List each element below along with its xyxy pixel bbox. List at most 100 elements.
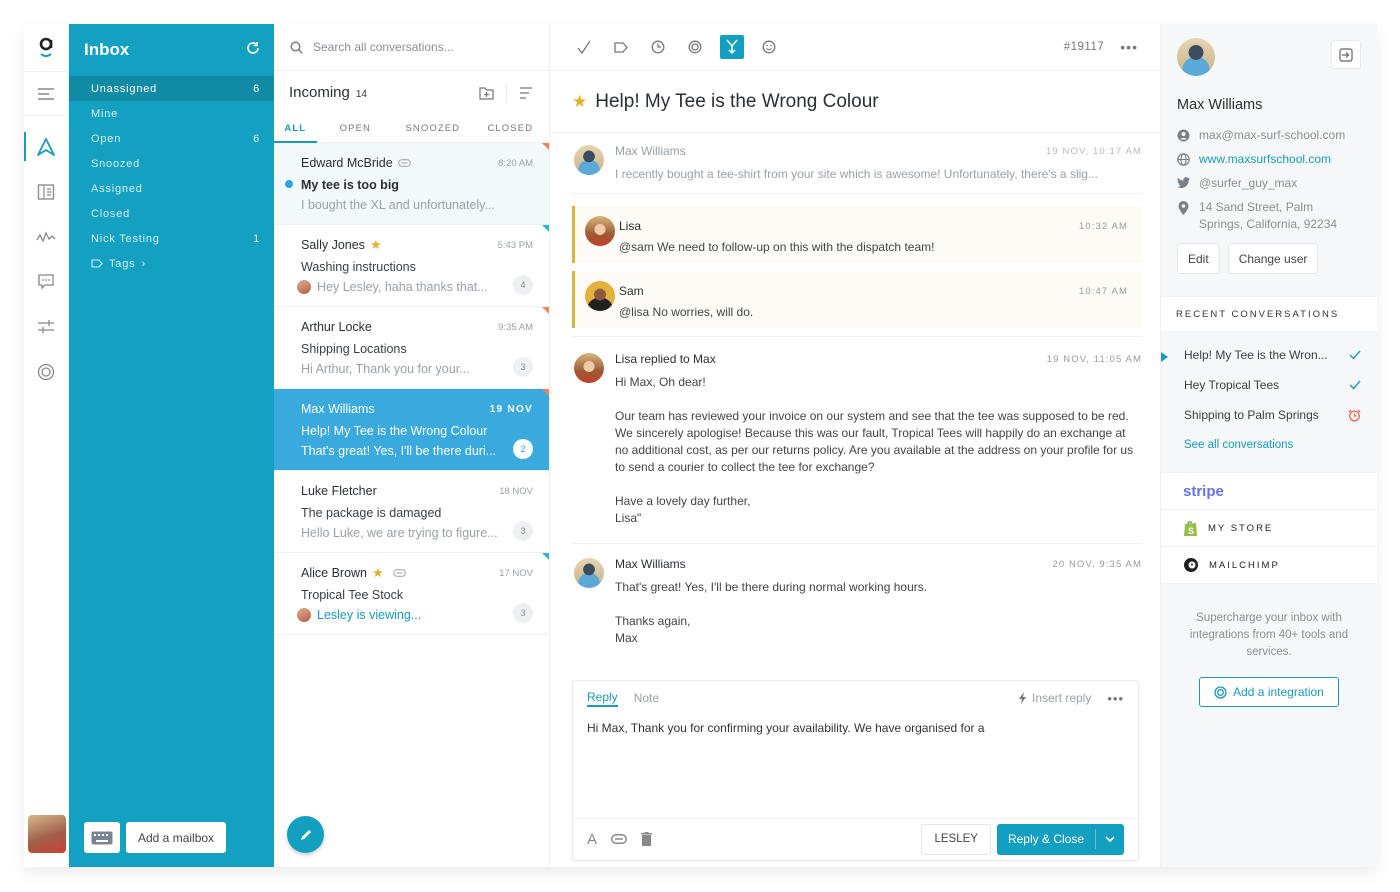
add-mailbox-button[interactable]: Add a mailbox — [126, 822, 227, 853]
clock-icon — [651, 40, 665, 54]
globe-icon — [1177, 153, 1190, 166]
message-body: Hi Max, Oh dear! Our team has reviewed y… — [615, 375, 1134, 525]
activity-icon[interactable] — [24, 214, 68, 259]
tag-button[interactable] — [609, 35, 633, 59]
customer-panel: Max Williams max@max-surf-school.com www… — [1161, 24, 1377, 867]
mailbox-item-nick-testing[interactable]: Nick Testing 1 — [69, 226, 274, 251]
compose-button[interactable] — [287, 816, 324, 853]
keyboard-shortcuts-button[interactable] — [84, 822, 120, 853]
refresh-icon[interactable] — [246, 41, 260, 60]
recent-conversation-item[interactable]: Shipping to Palm Springs — [1184, 400, 1361, 430]
conversation-sender: Sally Jones — [301, 238, 365, 252]
internal-note[interactable]: Sam 10:47 AM @lisa No worries, will do. — [572, 271, 1142, 328]
conversation-item[interactable]: Edward McBride 8:20 AM My tee is too big … — [274, 143, 549, 225]
message[interactable]: Lisa replied to Max 19 NOV, 11:05 AM Hi M… — [572, 351, 1142, 543]
inbox-nav-icon[interactable] — [24, 124, 68, 169]
tag-icon — [91, 259, 103, 268]
tab-open[interactable]: OPEN — [317, 115, 394, 142]
app-logo[interactable] — [24, 24, 68, 72]
priority-marker — [542, 307, 549, 314]
snooze-button[interactable] — [646, 35, 670, 59]
trash-icon[interactable] — [641, 832, 653, 846]
mailbox-item-assigned[interactable]: Assigned — [69, 176, 274, 201]
reply-close-button[interactable]: Reply & Close — [996, 823, 1124, 855]
mailbox-item-snoozed[interactable]: Snoozed — [69, 151, 274, 176]
search-input[interactable] — [313, 40, 513, 54]
conversation-item[interactable]: Arthur Locke 9:35 AM Shipping Locations H… — [274, 307, 549, 389]
conversation-sender: Max Williams — [301, 402, 375, 416]
conversation-preview: I bought the XL and unfortunately... — [301, 198, 495, 212]
insert-reply-label: Insert reply — [1031, 691, 1092, 705]
chat-icon[interactable] — [24, 259, 68, 304]
change-user-button[interactable]: Change user — [1227, 243, 1319, 274]
conversation-subject: Washing instructions — [301, 260, 416, 274]
current-user-avatar[interactable] — [28, 815, 66, 853]
merge-button[interactable] — [720, 35, 744, 59]
recent-conversation-item[interactable]: Help! My Tee is the Wron... — [1184, 340, 1361, 370]
tab-snoozed[interactable]: SNOOZED — [394, 115, 471, 142]
see-all-conversations-link[interactable]: See all conversations — [1184, 430, 1361, 460]
integration-stripe[interactable]: stripe — [1161, 473, 1377, 510]
add-integration-label: Add a integration — [1233, 685, 1324, 699]
sort-icon[interactable] — [519, 87, 533, 99]
tab-closed[interactable]: CLOSED — [472, 115, 549, 142]
edit-customer-button[interactable]: Edit — [1177, 243, 1220, 274]
tab-reply[interactable]: Reply — [587, 690, 618, 707]
customer-website-link[interactable]: www.maxsurfschool.com — [1199, 151, 1331, 168]
recent-conversation-title: Shipping to Palm Springs — [1184, 408, 1319, 422]
avatar — [574, 353, 604, 383]
mailbox-item-mine[interactable]: Mine — [69, 101, 274, 126]
conversation-subject: My tee is too big — [301, 178, 399, 192]
insert-reply-button[interactable]: Insert reply — [1018, 691, 1092, 705]
add-integration-button[interactable]: Add a integration — [1199, 677, 1339, 707]
reply-textarea[interactable]: Hi Max, Thank you for confirming your av… — [573, 715, 1138, 819]
priority-marker — [542, 389, 549, 396]
ticket-number: #19117 — [1063, 41, 1105, 53]
internal-note[interactable]: Lisa 10:32 AM @sam We need to follow-up o… — [572, 206, 1142, 263]
new-folder-icon[interactable] — [479, 86, 494, 100]
current-indicator-icon — [1161, 352, 1168, 362]
conversation-item[interactable]: Luke Fletcher 18 NOV The package is damag… — [274, 471, 549, 553]
message-date: 19 NOV, 11:05 AM — [1046, 353, 1142, 365]
integrations-button[interactable] — [683, 35, 707, 59]
menu-icon[interactable] — [24, 72, 68, 116]
customer-email[interactable]: max@max-surf-school.com — [1199, 127, 1345, 144]
check-icon — [1349, 380, 1361, 390]
conversation-sender: Alice Brown — [301, 566, 367, 580]
attachment-icon[interactable] — [611, 834, 627, 844]
mailbox-item-unassigned[interactable]: Unassigned 6 — [69, 76, 274, 101]
knowledge-base-icon[interactable] — [24, 169, 68, 214]
mailbox-item-tags[interactable]: Tags › — [69, 251, 274, 276]
message[interactable]: Max Williams 19 NOV, 10:17 AM I recently … — [572, 143, 1142, 193]
integration-label: MAILCHIMP — [1209, 559, 1280, 571]
tags-label: Tags — [109, 257, 136, 270]
conversation-item-selected[interactable]: Max Williams 19 NOV Help! My Tee is the W… — [274, 389, 549, 471]
tab-all[interactable]: ALL — [274, 115, 317, 143]
text-format-icon[interactable]: A — [587, 831, 597, 848]
mailbox-item-open[interactable]: Open 6 — [69, 126, 274, 151]
mailbox-item-label: Unassigned — [91, 82, 158, 95]
recent-conversation-item[interactable]: Hey Tropical Tees — [1184, 370, 1361, 400]
conversation-item[interactable]: Sally Jones ★ 5:43 PM Washing instructions… — [274, 225, 549, 307]
message-author: Max Williams — [615, 557, 686, 571]
mailbox-item-label: Nick Testing — [91, 232, 160, 245]
integration-mailchimp[interactable]: MAILCHIMP — [1161, 547, 1377, 584]
more-options-icon[interactable]: ••• — [1120, 39, 1138, 55]
mailbox-item-closed[interactable]: Closed — [69, 201, 274, 226]
star-icon[interactable]: ★ — [572, 92, 587, 112]
close-conversation-button[interactable] — [572, 35, 596, 59]
collapse-panel-button[interactable] — [1331, 40, 1361, 69]
chevron-down-icon[interactable] — [1096, 836, 1124, 842]
tab-note[interactable]: Note — [634, 691, 659, 705]
emoji-button[interactable] — [757, 35, 781, 59]
conversation-item[interactable]: Alice Brown ★ 17 NOV Tropical Tee Stock Le… — [274, 553, 549, 635]
customer-twitter[interactable]: @surfer_guy_max — [1199, 175, 1297, 192]
message[interactable]: Max Williams 20 NOV, 9:35 AM That's great… — [572, 556, 1142, 647]
settings-sliders-icon[interactable] — [24, 304, 68, 349]
avatar — [574, 558, 604, 588]
integrations-icon[interactable] — [24, 349, 68, 394]
assignee-button[interactable]: LESLEY — [921, 823, 991, 855]
composer-more-icon[interactable]: ••• — [1107, 691, 1124, 706]
integration-my-store[interactable]: S MY STORE — [1161, 510, 1377, 547]
conversation-preview: Hi Arthur, Thank you for your... — [301, 362, 470, 376]
